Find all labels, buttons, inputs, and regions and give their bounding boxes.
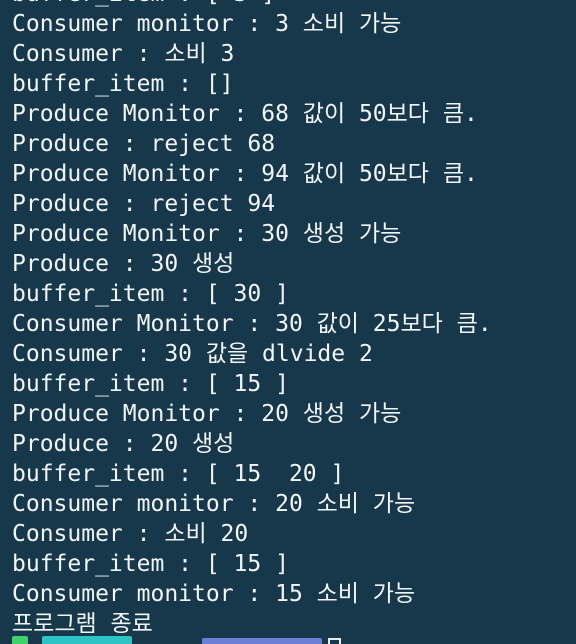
terminal-line: Consumer : 소비 20 bbox=[12, 521, 249, 547]
terminal-line: Consumer : 30 값을 dlvide 2 bbox=[12, 341, 373, 367]
text-cursor[interactable] bbox=[328, 638, 341, 644]
terminal-line: Produce : 30 생성 bbox=[12, 251, 235, 277]
terminal-line: Produce Monitor : 20 생성 가능 bbox=[12, 401, 402, 427]
terminal-line: buffer_item : [ 3 ] bbox=[12, 0, 492, 9]
prompt-directory bbox=[42, 636, 132, 644]
terminal-line: Produce : 20 생성 bbox=[12, 431, 235, 457]
terminal-line: Consumer monitor : 3 소비 가능 bbox=[12, 11, 402, 37]
terminal-line: buffer_item : [ 15 ] bbox=[12, 371, 289, 397]
terminal-line: Consumer : 소비 3 bbox=[12, 41, 235, 67]
terminal-line: Consumer Monitor : 30 값이 25보다 큼. bbox=[12, 311, 492, 337]
prompt-git-branch bbox=[202, 638, 322, 644]
terminal-line: Produce Monitor : 68 값이 50보다 큼. bbox=[12, 101, 478, 127]
terminal-output: buffer_item : [ 3 ] Consumer monitor : 3… bbox=[12, 0, 492, 639]
terminal-line: Produce Monitor : 30 생성 가능 bbox=[12, 221, 402, 247]
terminal-line: Consumer monitor : 20 소비 가능 bbox=[12, 491, 416, 517]
terminal-line: buffer_item : [] bbox=[12, 71, 234, 97]
terminal-line: Produce : reject 68 bbox=[12, 131, 276, 157]
terminal-line: Produce Monitor : 94 값이 50보다 큼. bbox=[12, 161, 478, 187]
terminal-line: Consumer monitor : 15 소비 가능 bbox=[12, 581, 416, 607]
prompt-arrow-icon bbox=[12, 636, 28, 644]
terminal-line: buffer_item : [ 30 ] bbox=[12, 281, 289, 307]
terminal-window[interactable]: buffer_item : [ 3 ] Consumer monitor : 3… bbox=[0, 0, 576, 644]
terminal-line: buffer_item : [ 15 20 ] bbox=[12, 461, 345, 487]
shell-prompt bbox=[12, 634, 552, 644]
terminal-line: buffer_item : [ 15 ] bbox=[12, 551, 289, 577]
terminal-line: Produce : reject 94 bbox=[12, 191, 276, 217]
